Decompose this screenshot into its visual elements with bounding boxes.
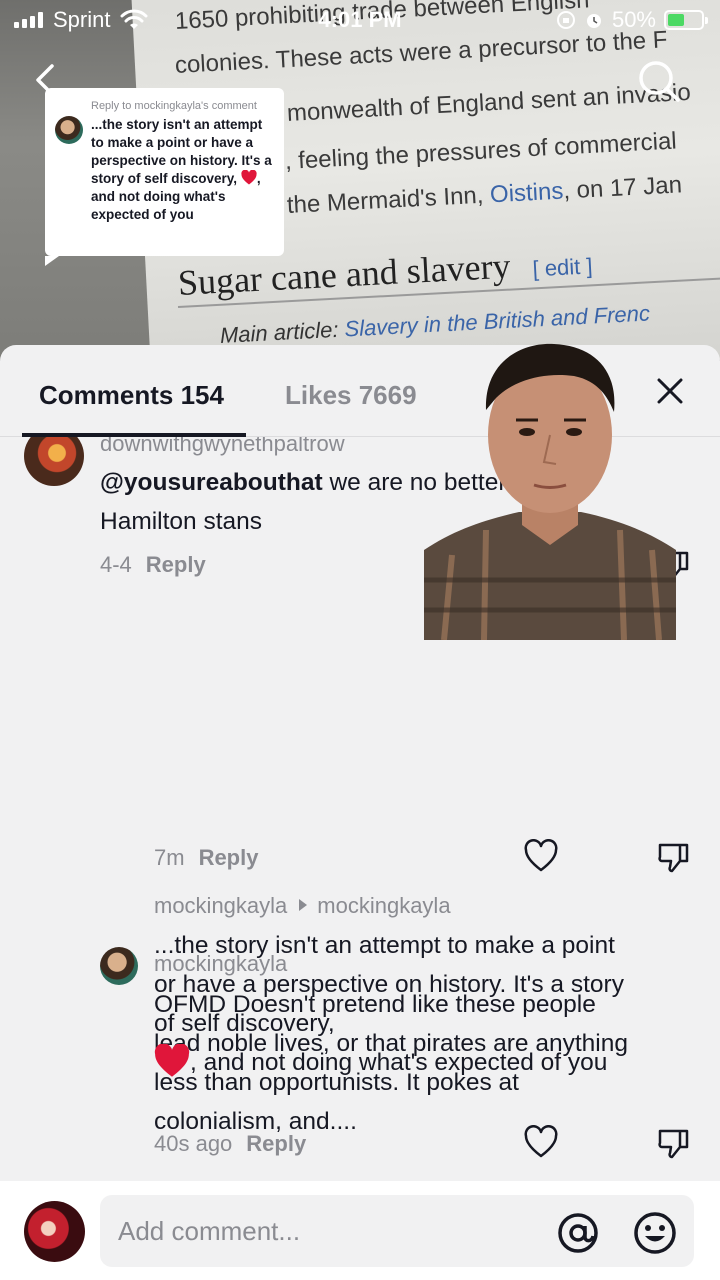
comment-time: 7m [154,845,185,870]
red-heart-emoji-icon [241,169,257,185]
reply-arrow-icon [299,899,308,911]
orientation-lock-icon [556,11,575,29]
thumbs-down-icon[interactable] [656,1125,692,1161]
comment-time: 4-4 [100,552,132,577]
tab-likes[interactable]: Likes 7669 [285,380,417,411]
heart-outline-icon[interactable] [523,1125,559,1161]
reply-sticker-text: ...the story isn't an attempt to make a … [91,117,272,222]
comment-text: ...the story isn't an attempt to make a … [154,932,624,1077]
heart-outline-icon[interactable] [523,839,559,875]
at-sign-icon[interactable] [556,1211,600,1255]
battery-percent: 50% [611,7,656,32]
reply-sticker[interactable]: Reply to mockingkayla's comment ...the s… [45,88,284,266]
reply-button[interactable]: Reply [246,1131,306,1156]
status-bar: Sprint 4:01 PM 50% [0,0,720,40]
reply-button[interactable]: Reply [199,845,259,870]
smiley-icon[interactable] [633,1211,677,1255]
comment-meta: 7m Reply [154,845,258,871]
avatar[interactable] [100,947,138,985]
battery-icon [664,10,708,30]
tab-comments[interactable]: Comments 154 [39,380,224,411]
comment-username[interactable]: downwithgwynethpaltrow [100,437,345,457]
comment-input[interactable] [100,1195,694,1267]
thumbs-down-icon[interactable] [656,839,692,875]
avatar[interactable] [24,1201,85,1262]
comment-username[interactable]: mockingkayla mockingkayla [154,893,451,919]
status-right: 50% [556,7,708,33]
comment-meta: 40s ago Reply [154,1131,306,1157]
avatar [55,116,83,144]
avatar[interactable] [24,437,84,486]
red-heart-emoji-icon [154,1044,190,1077]
comment-meta: 4-4 Reply [100,552,206,578]
alarm-icon [586,14,601,28]
camera-overlay-person [424,343,676,640]
reply-sticker-header: Reply to mockingkayla's comment [91,100,257,112]
search-icon[interactable] [636,58,682,104]
reply-button[interactable]: Reply [146,552,206,577]
comment-time: 40s ago [154,1131,233,1156]
comment-input-bar [0,1181,720,1280]
